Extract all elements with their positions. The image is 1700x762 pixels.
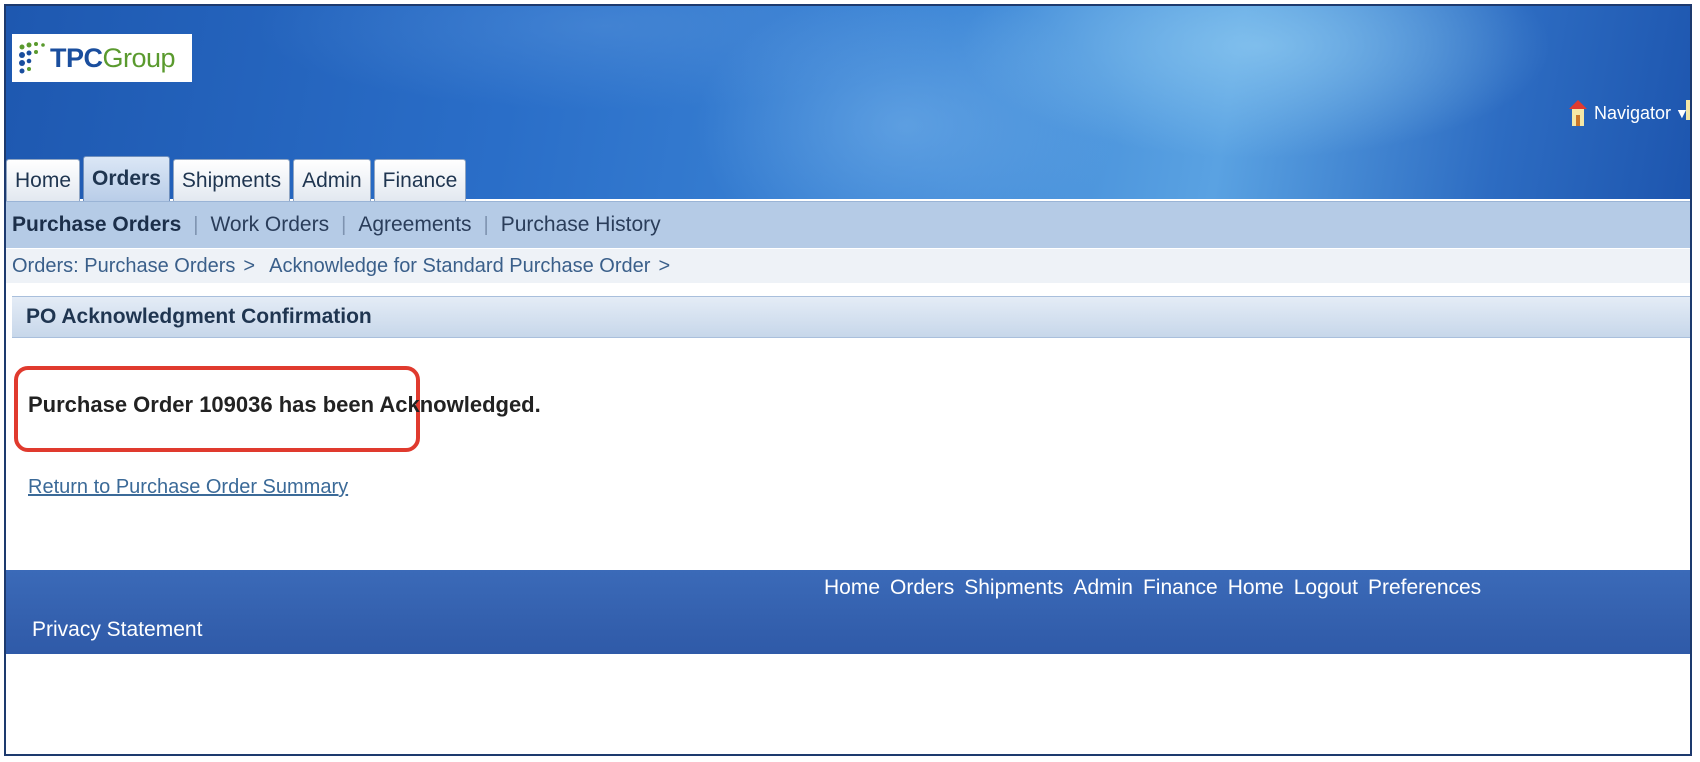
breadcrumb: Orders: Purchase Orders > Acknowledge fo… (6, 249, 1690, 283)
tpc-group-logo: TPC Group (12, 34, 192, 82)
breadcrumb-acknowledge-standard-po[interactable]: Acknowledge for Standard Purchase Order (269, 255, 650, 278)
footer-link-admin[interactable]: Admin (1073, 576, 1133, 600)
tab-label: Shipments (181, 168, 282, 192)
main-tabs: Home Orders Shipments Admin Finance (6, 156, 469, 201)
breadcrumb-orders-purchase-orders[interactable]: Orders: Purchase Orders (12, 255, 235, 278)
subnav-work-orders[interactable]: Work Orders (198, 213, 341, 237)
footer-link-shipments[interactable]: Shipments (964, 576, 1063, 600)
logo-dots-icon (19, 42, 45, 74)
footer-links: Home Orders Shipments Admin Finance Home… (824, 576, 1491, 600)
navigator-label: Navigator (1594, 102, 1672, 123)
favorites-icon[interactable] (1686, 100, 1690, 120)
tab-label: Finance (382, 168, 458, 192)
tab-home[interactable]: Home (6, 159, 81, 201)
tab-shipments[interactable]: Shipments (172, 159, 291, 201)
tab-label: Orders (92, 167, 161, 190)
header-banner: TPC Group Navigator ▼ Home Orders Shipme… (6, 6, 1690, 201)
confirmation-message: Purchase Order 109036 has been Acknowled… (28, 392, 541, 417)
footer-link-home[interactable]: Home (824, 576, 880, 600)
footer-link-orders[interactable]: Orders (890, 576, 954, 600)
sub-navigation: Purchase Orders | Work Orders | Agreemen… (6, 201, 1690, 248)
navigator-menu[interactable]: Navigator ▼ (1568, 98, 1689, 128)
logo-text-group: Group (102, 42, 176, 73)
breadcrumb-separator: > (243, 254, 256, 277)
logo-text-tpc: TPC (50, 42, 103, 73)
subnav-purchase-orders[interactable]: Purchase Orders (6, 213, 193, 237)
tab-finance[interactable]: Finance (373, 159, 467, 201)
subnav-purchase-history[interactable]: Purchase History (489, 213, 673, 237)
tab-orders[interactable]: Orders (83, 156, 170, 201)
tab-label: Admin (302, 168, 362, 192)
tab-admin[interactable]: Admin (293, 159, 371, 201)
return-to-po-summary-link[interactable]: Return to Purchase Order Summary (28, 476, 348, 499)
breadcrumb-separator: > (658, 254, 671, 277)
footer: Home Orders Shipments Admin Finance Home… (6, 570, 1690, 654)
footer-link-finance[interactable]: Finance (1143, 576, 1218, 600)
footer-link-logout[interactable]: Logout (1294, 576, 1358, 600)
home-icon (1569, 100, 1587, 126)
footer-link-home-2[interactable]: Home (1228, 576, 1284, 600)
subnav-agreements[interactable]: Agreements (346, 213, 483, 237)
app-window: TPC Group Navigator ▼ Home Orders Shipme… (4, 4, 1692, 756)
page-title: PO Acknowledgment Confirmation (12, 296, 1690, 338)
tab-label: Home (15, 168, 72, 192)
privacy-statement-link[interactable]: Privacy Statement (32, 618, 202, 642)
footer-link-preferences[interactable]: Preferences (1368, 576, 1481, 600)
